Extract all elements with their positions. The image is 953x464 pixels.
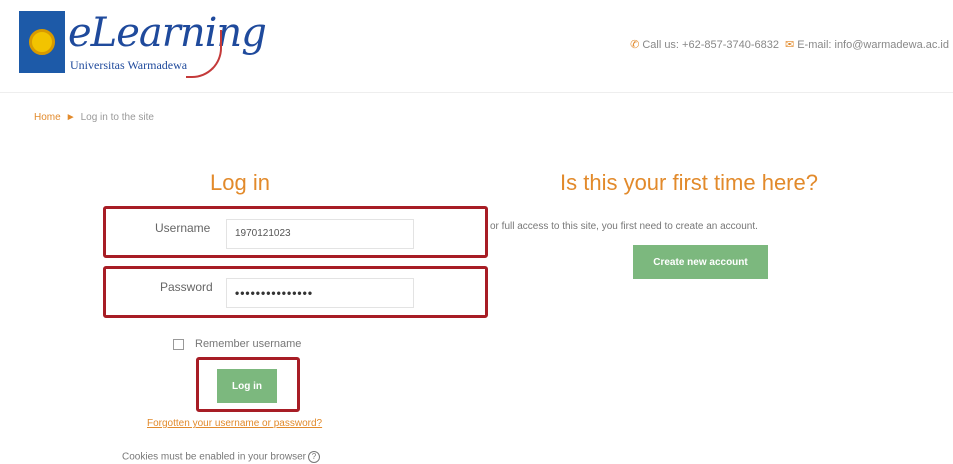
site-header: eLearning Universitas Warmadewa ✆ Call us…	[0, 0, 953, 93]
login-button[interactable]: Log in	[217, 369, 277, 403]
phone-icon: ✆	[630, 39, 640, 51]
remember-username-label: Remember username	[195, 338, 302, 350]
cookies-text: Cookies must be enabled in your browser	[122, 451, 306, 463]
cookies-notice: Cookies must be enabled in your browser?	[122, 451, 320, 463]
breadcrumb: Home ► Log in to the site	[34, 112, 154, 123]
signup-heading: Is this your first time here?	[560, 170, 818, 195]
site-logo-subtitle: Universitas Warmadewa	[70, 58, 188, 72]
username-input[interactable]: 1970121023	[226, 219, 414, 249]
phone-text: Call us: +62-857-3740-6832	[642, 39, 779, 51]
contact-info: ✆ Call us: +62-857-3740-6832 ✉ E-mail: info…	[630, 38, 949, 51]
email-text[interactable]: E-mail: info@warmadewa.ac.id	[797, 39, 949, 51]
username-label: Username	[155, 221, 211, 235]
university-emblem-icon[interactable]	[19, 11, 65, 73]
password-input[interactable]: •••••••••••••••	[226, 278, 414, 308]
login-heading: Log in	[210, 170, 270, 195]
breadcrumb-separator: ►	[65, 112, 76, 123]
envelope-icon: ✉	[785, 39, 795, 51]
site-logo-title[interactable]: eLearning	[68, 10, 267, 56]
password-label: Password	[160, 280, 213, 294]
logo-swoosh	[186, 30, 222, 78]
remember-username-row[interactable]: Remember username	[173, 338, 301, 350]
help-icon[interactable]: ?	[307, 451, 320, 463]
breadcrumb-current: Log in to the site	[80, 112, 154, 123]
breadcrumb-home-link[interactable]: Home	[34, 112, 61, 123]
create-account-button[interactable]: Create new account	[633, 245, 768, 279]
forgot-credentials-link[interactable]: Forgotten your username or password?	[147, 418, 322, 429]
signup-description: or full access to this site, you first n…	[490, 221, 758, 232]
remember-username-checkbox[interactable]	[173, 338, 184, 350]
